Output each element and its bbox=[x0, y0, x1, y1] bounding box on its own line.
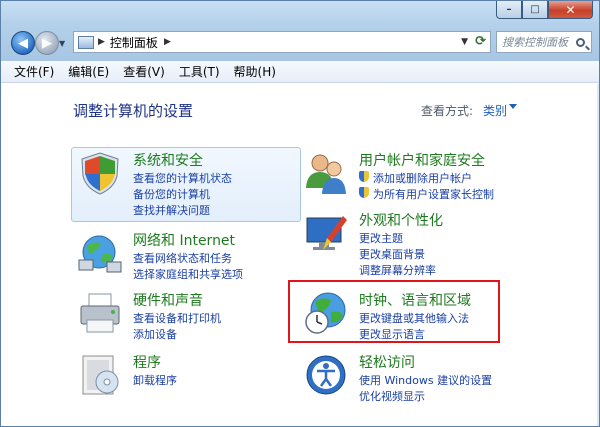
chevron-down-icon[interactable] bbox=[509, 104, 517, 109]
category-title[interactable]: 系统和安全 bbox=[133, 150, 203, 170]
category-title[interactable]: 轻松访问 bbox=[359, 352, 415, 372]
search-input[interactable]: 搜索控制面板 bbox=[502, 34, 576, 50]
view-by-label: 查看方式: bbox=[421, 104, 474, 118]
users-icon bbox=[306, 154, 346, 194]
link-devices-printers[interactable]: 查看设备和打印机 bbox=[133, 310, 221, 326]
monitor-paint-icon bbox=[306, 216, 347, 250]
link-windows-suggested-settings[interactable]: 使用 Windows 建议的设置 bbox=[359, 372, 492, 388]
refresh-icon[interactable]: ⟳ bbox=[475, 34, 486, 49]
link-desktop-background[interactable]: 更改桌面背景 bbox=[359, 246, 425, 262]
forward-button[interactable]: ▶ bbox=[35, 31, 59, 55]
category-title[interactable]: 硬件和声音 bbox=[133, 290, 203, 310]
link-backup-computer[interactable]: 备份您的计算机 bbox=[133, 186, 210, 202]
link-optimize-video-display[interactable]: 优化视频显示 bbox=[359, 388, 425, 404]
link-homegroup-sharing[interactable]: 选择家庭组和共享选项 bbox=[133, 266, 243, 282]
maximize-button[interactable]: □ bbox=[522, 1, 548, 19]
arrow-left-icon: ◀ bbox=[18, 35, 28, 51]
control-panel-icon bbox=[78, 35, 94, 49]
link-troubleshoot[interactable]: 查找并解决问题 bbox=[133, 202, 210, 218]
link-add-device[interactable]: 添加设备 bbox=[133, 326, 177, 342]
search-box[interactable]: 搜索控制面板 bbox=[496, 31, 592, 53]
category-title[interactable]: 程序 bbox=[133, 352, 161, 372]
category-hardware-sound[interactable]: 硬件和声音 查看设备和打印机 添加设备 bbox=[77, 290, 297, 342]
back-button[interactable]: ◀ bbox=[11, 31, 35, 55]
category-network-internet[interactable]: 网络和 Internet 查看网络状态和任务 选择家庭组和共享选项 bbox=[77, 230, 297, 282]
category-programs[interactable]: 程序 卸载程序 bbox=[77, 352, 297, 402]
close-button[interactable]: ✕ bbox=[548, 1, 593, 19]
search-icon[interactable] bbox=[576, 37, 585, 47]
link-uninstall-program[interactable]: 卸载程序 bbox=[133, 372, 177, 388]
menu-file[interactable]: 文件(F) bbox=[7, 63, 61, 80]
highlight-annotation-box bbox=[288, 280, 500, 343]
view-by-dropdown[interactable]: 类别 bbox=[483, 102, 507, 119]
category-title[interactable]: 外观和个性化 bbox=[359, 210, 443, 230]
link-view-computer-status[interactable]: 查看您的计算机状态 bbox=[133, 170, 232, 186]
recent-pages-dropdown[interactable]: ▼ bbox=[59, 39, 65, 48]
minimize-button[interactable]: – bbox=[496, 1, 522, 19]
programs-icon bbox=[82, 355, 119, 395]
caption-buttons: – □ ✕ bbox=[496, 1, 593, 20]
link-change-theme[interactable]: 更改主题 bbox=[359, 230, 403, 246]
link-add-remove-users[interactable]: 添加或删除用户帐户 bbox=[359, 170, 472, 186]
title-bar: – □ ✕ ◀ ▶ ▼ ▶ 控制面板 ▶ ▼ ⟳ 搜索控制面板 bbox=[1, 1, 599, 61]
address-bar[interactable]: ▶ 控制面板 ▶ ▼ ⟳ bbox=[73, 31, 491, 53]
arrow-right-icon: ▶ bbox=[42, 35, 52, 51]
printer-icon bbox=[80, 293, 120, 333]
menu-bar: 文件(F) 编辑(E) 查看(V) 工具(T) 帮助(H) bbox=[1, 61, 599, 83]
category-ease-of-access[interactable]: 轻松访问 使用 Windows 建议的设置 优化视频显示 bbox=[303, 352, 523, 404]
chevron-right-icon[interactable]: ▶ bbox=[98, 37, 105, 47]
menu-edit[interactable]: 编辑(E) bbox=[61, 63, 116, 80]
control-panel-content: 调整计算机的设置 查看方式: 类别 系统和安全 查看您的计算机状态 备份您的计算… bbox=[1, 84, 599, 426]
ease-of-access-icon bbox=[306, 355, 346, 395]
category-title[interactable]: 网络和 Internet bbox=[133, 230, 235, 250]
uac-shield-icon bbox=[359, 171, 369, 182]
category-system-security[interactable]: 系统和安全 查看您的计算机状态 备份您的计算机 查找并解决问题 bbox=[77, 150, 297, 220]
category-appearance[interactable]: 外观和个性化 更改主题 更改桌面背景 调整屏幕分辨率 bbox=[303, 210, 523, 277]
address-dropdown-icon[interactable]: ▼ bbox=[461, 37, 468, 47]
shield-icon bbox=[81, 152, 119, 195]
network-globe-icon bbox=[78, 235, 122, 273]
link-network-status[interactable]: 查看网络状态和任务 bbox=[133, 250, 232, 266]
chevron-right-icon[interactable]: ▶ bbox=[164, 37, 171, 47]
page-title: 调整计算机的设置 bbox=[73, 102, 194, 120]
category-title[interactable]: 用户帐户和家庭安全 bbox=[359, 150, 485, 170]
uac-shield-icon bbox=[359, 187, 369, 198]
menu-help[interactable]: 帮助(H) bbox=[227, 63, 283, 80]
menu-view[interactable]: 查看(V) bbox=[116, 63, 172, 80]
menu-tools[interactable]: 工具(T) bbox=[172, 63, 227, 80]
breadcrumb-control-panel[interactable]: 控制面板 bbox=[110, 34, 158, 51]
scrollbar bbox=[597, 84, 599, 426]
link-screen-resolution[interactable]: 调整屏幕分辨率 bbox=[359, 262, 436, 278]
control-panel-window: – □ ✕ ◀ ▶ ▼ ▶ 控制面板 ▶ ▼ ⟳ 搜索控制面板 文件(F) 编辑… bbox=[0, 0, 600, 427]
category-user-accounts[interactable]: 用户帐户和家庭安全 添加或删除用户帐户 为所有用户设置家长控制 bbox=[303, 150, 523, 202]
link-parental-controls[interactable]: 为所有用户设置家长控制 bbox=[359, 186, 494, 202]
